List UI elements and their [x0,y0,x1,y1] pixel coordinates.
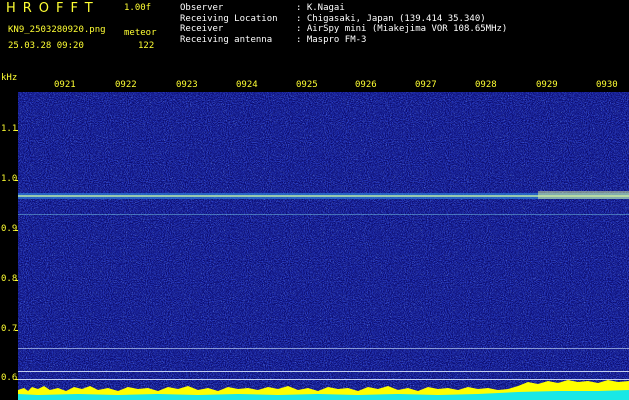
x-tick-label: 0926 [355,80,377,90]
faint-line [18,348,629,349]
meta-row-receiver: Receiver [180,24,224,34]
observer-value: K.Nagai [306,3,345,13]
location-value: Chigasaki, Japan (139.414 35.340) [306,13,486,24]
carrier-core [18,195,629,197]
x-tick-label: 0921 [54,80,76,90]
datetime-label: 25.03.28 09:20 [8,41,84,51]
antenna-value: Maspro FM-3 [306,34,367,45]
y-unit-label: kHz [1,73,18,83]
metadata-values: : K.Nagai : Chigasaki, Japan (139.414 35… [296,3,508,45]
x-tick-label: 0922 [115,80,137,90]
count-label: 122 [138,41,155,51]
x-tick-label: 0928 [475,80,497,90]
header-panel: HROFFT 1.00f KN9_2503280920.png meteor 2… [0,0,629,74]
spectrogram [18,92,629,400]
secondary-line [18,214,629,215]
x-tick-label: 0930 [596,80,618,90]
meta-row-location: Receiving Location [180,13,278,24]
y-tick-label: 1.1 [1,124,18,134]
meta-row-antenna: Receiving antenna [180,34,273,45]
x-tick-label: 0924 [236,80,258,90]
speck-layer [18,92,629,400]
meta-row-observer: Observer [180,3,224,13]
y-tick-label: 1.0 [1,174,18,184]
carrier-highlight [538,191,629,199]
version-label: 1.00f [124,3,152,13]
y-tick-label: 0.7 [1,324,18,334]
app-brand: HROFFT [6,1,100,16]
y-tick-label: 0.6 [1,373,18,383]
x-tick-label: 0929 [536,80,558,90]
white-line-2 [18,379,629,380]
metadata-block: Observer Receiving Location Receiver Rec… [180,3,278,45]
x-tick-label: 0923 [176,80,198,90]
mode-label: meteor [124,28,157,38]
y-tick-label: 0.8 [1,274,18,284]
x-tick-label: 0925 [296,80,318,90]
filename-label: KN9_2503280920.png [8,25,106,35]
y-tick-label: 0.9 [1,224,18,234]
x-tick-label: 0927 [415,80,437,90]
white-line-1 [18,371,629,372]
receiver-value: AirSpy mini (Miakejima VOR 108.65MHz) [306,24,508,34]
